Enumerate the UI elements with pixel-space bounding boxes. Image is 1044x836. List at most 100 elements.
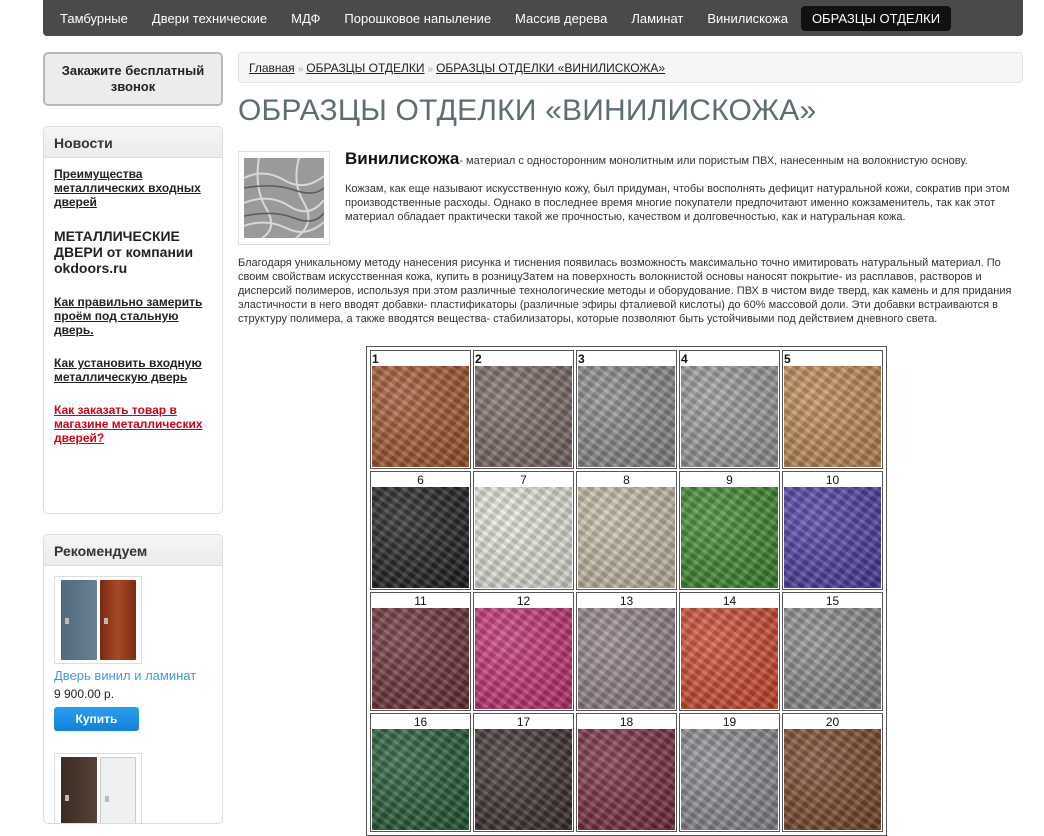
sample-cell: 9 [679, 471, 780, 590]
sample-number: 14 [722, 594, 737, 608]
recommend-title: Рекомендуем [44, 535, 222, 566]
sample-swatch[interactable] [784, 608, 881, 709]
sample-swatch[interactable] [372, 608, 469, 709]
sample-swatch[interactable] [372, 487, 469, 588]
product-price: 9 900.00 р. [54, 687, 115, 701]
door-image-outer [60, 580, 97, 660]
sample-cell: 10 [782, 471, 883, 590]
sample-cell: 8 [576, 471, 677, 590]
callback-button[interactable]: Закажите бесплатный звонок [43, 52, 223, 106]
sample-cell: 2 [473, 350, 574, 469]
sample-cell: 5 [782, 350, 883, 469]
sample-number: 20 [825, 715, 840, 729]
sample-swatch[interactable] [475, 608, 572, 709]
sample-swatch[interactable] [372, 729, 469, 830]
sample-swatch[interactable] [475, 487, 572, 588]
sample-cell: 14 [679, 592, 780, 711]
sample-number: 12 [516, 594, 531, 608]
sample-number: 18 [619, 715, 634, 729]
sample-swatch[interactable] [681, 487, 778, 588]
sample-cell: 6 [370, 471, 471, 590]
sample-number: 7 [520, 473, 527, 487]
sample-number: 1 [372, 352, 379, 366]
news-link-company[interactable]: МЕТАЛЛИЧЕСКИЕ ДВЕРИ от компании okdoors.… [54, 228, 212, 276]
sample-cell: 15 [782, 592, 883, 711]
sample-swatch[interactable] [681, 729, 778, 830]
sample-swatch[interactable] [475, 366, 572, 467]
sample-number: 8 [623, 473, 630, 487]
sample-cell: 4 [679, 350, 780, 469]
sample-cell: 12 [473, 592, 574, 711]
sample-swatch[interactable] [578, 366, 675, 467]
body-paragraph: Благодаря уникальному методу нанесения р… [238, 257, 1012, 325]
nav-item-vinyl[interactable]: Винилискожа [696, 6, 799, 31]
intro-paragraph: Кожзам, как еще называют искусственную к… [345, 183, 1010, 223]
sample-number: 9 [726, 473, 733, 487]
nav-item-samples[interactable]: ОБРАЗЦЫ ОТДЕЛКИ [800, 5, 952, 31]
sample-number: 15 [825, 594, 840, 608]
nav-item-laminate[interactable]: Ламинат [620, 6, 694, 31]
news-link-measure[interactable]: Как правильно замерить проём под стальну… [54, 295, 212, 337]
sample-cell: 18 [576, 713, 677, 832]
top-navigation: Тамбурные Двери технические МДФ Порошков… [43, 0, 1023, 36]
sample-cell: 3 [576, 350, 677, 469]
door-image-inner-2 [99, 757, 136, 823]
sample-number: 2 [475, 352, 482, 366]
sample-swatch[interactable] [578, 729, 675, 830]
sample-swatch[interactable] [784, 487, 881, 588]
buy-button[interactable]: Купить [54, 707, 139, 731]
sample-swatch[interactable] [681, 366, 778, 467]
sample-number: 10 [825, 473, 840, 487]
sample-number: 4 [681, 352, 688, 366]
intro-texture-image [238, 151, 330, 245]
news-title: Новости [44, 127, 222, 158]
sample-swatch[interactable] [681, 608, 778, 709]
sample-cell: 17 [473, 713, 574, 832]
sample-number: 3 [578, 352, 585, 366]
news-box: Новости Преимущества металлических входн… [43, 126, 223, 514]
nav-item-powder[interactable]: Порошковое напыление [333, 6, 502, 31]
sample-number: 19 [722, 715, 737, 729]
breadcrumb-separator: » [427, 64, 434, 75]
samples-grid: 1 2 3 4 5 6 7 8 9 10 11 12 13 14 15 16 17 18 19 20 [366, 346, 887, 836]
breadcrumb-samples[interactable]: ОБРАЗЦЫ ОТДЕЛКИ [306, 61, 424, 75]
texture-swatch-image [243, 157, 325, 239]
sample-number: 17 [516, 715, 531, 729]
sample-cell: 1 [370, 350, 471, 469]
news-link-order[interactable]: Как заказать товар в магазине металличес… [54, 403, 212, 445]
sample-cell: 13 [576, 592, 677, 711]
sample-number: 13 [619, 594, 634, 608]
sample-swatch[interactable] [578, 608, 675, 709]
breadcrumb-current[interactable]: ОБРАЗЦЫ ОТДЕЛКИ «ВИНИЛИСКОЖА» [436, 61, 665, 75]
nav-item-tambour[interactable]: Тамбурные [49, 6, 139, 31]
product-image-2[interactable] [54, 753, 142, 823]
sample-number: 16 [413, 715, 428, 729]
intro-definition: - материал с односторонним монолитным ил… [459, 155, 968, 167]
product-card: Дверь винил и ламинат 9 900.00 р. Купить [44, 566, 222, 823]
news-list: Преимущества металлических входных двере… [44, 158, 222, 473]
news-link-install[interactable]: Как установить входную металлическую две… [54, 356, 212, 384]
sample-cell: 7 [473, 471, 574, 590]
product-name[interactable]: Дверь винил и ламинат [54, 668, 212, 683]
sample-swatch[interactable] [784, 366, 881, 467]
nav-item-technical[interactable]: Двери технические [141, 6, 278, 31]
sample-number: 6 [417, 473, 424, 487]
breadcrumb-home[interactable]: Главная [249, 61, 295, 75]
intro-text: Винилискожа- материал с односторонним мо… [345, 149, 1025, 236]
nav-item-mdf[interactable]: МДФ [280, 6, 331, 31]
news-link-advantages[interactable]: Преимущества металлических входных двере… [54, 167, 212, 209]
door-image-inner [99, 580, 136, 660]
page-title: ОБРАЗЦЫ ОТДЕЛКИ «ВИНИЛИСКОЖА» [238, 94, 817, 127]
sample-cell: 19 [679, 713, 780, 832]
door-image-outer-2 [60, 757, 97, 823]
product-image[interactable] [54, 576, 142, 664]
sample-swatch[interactable] [372, 366, 469, 467]
nav-item-solid-wood[interactable]: Массив дерева [504, 6, 618, 31]
sample-swatch[interactable] [784, 729, 881, 830]
intro-term: Винилискожа [345, 149, 460, 168]
sample-cell: 16 [370, 713, 471, 832]
sample-swatch[interactable] [578, 487, 675, 588]
sample-swatch[interactable] [475, 729, 572, 830]
sample-cell: 11 [370, 592, 471, 711]
recommend-box: Рекомендуем Дверь винил и ламинат 9 900.… [43, 534, 223, 824]
